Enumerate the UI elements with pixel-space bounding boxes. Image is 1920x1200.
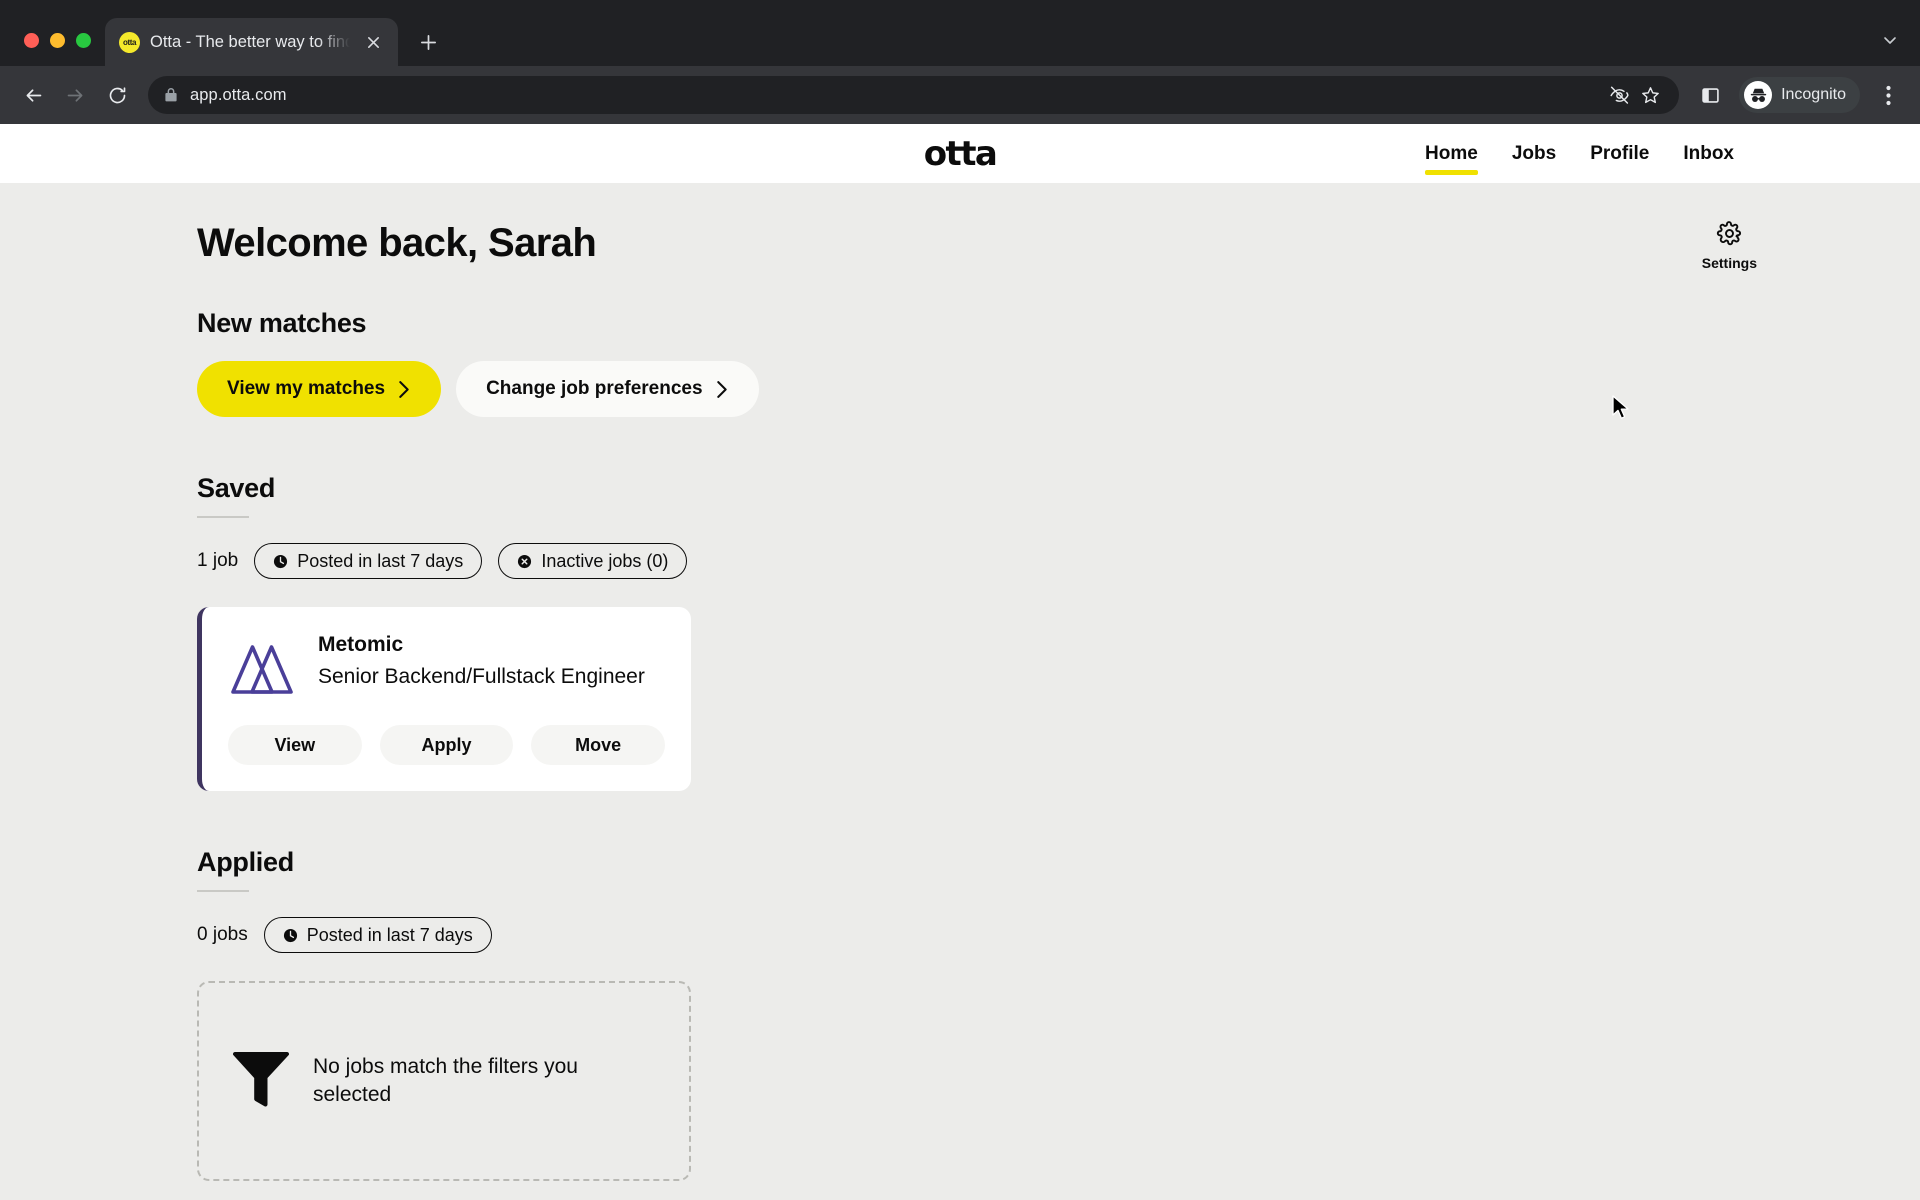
tab-favicon-icon: otta [119,32,140,53]
close-window-button[interactable] [24,33,39,48]
filter-chip-label: Posted in last 7 days [297,551,463,572]
view-my-matches-label: View my matches [227,378,385,400]
section-title-new-matches: New matches [197,308,1920,339]
chevron-down-icon[interactable] [1880,30,1900,50]
job-company-name: Metomic [318,633,665,657]
reload-icon[interactable] [98,76,136,114]
omnibox-actions [1609,85,1663,106]
filter-chip-posted-last-7-days[interactable]: Posted in last 7 days [264,917,492,953]
page-body: Welcome back, Sarah New matches View my … [0,183,1920,1200]
site-header: otta Home Jobs Profile Inbox [0,124,1920,183]
section-divider [197,516,249,518]
change-job-preferences-label: Change job preferences [486,378,702,400]
job-card-text: Metomic Senior Backend/Fullstack Enginee… [318,631,665,691]
forward-arrow-icon[interactable] [56,76,94,114]
metomic-logo-icon [228,635,296,703]
x-circle-icon [517,554,532,569]
change-job-preferences-button[interactable]: Change job preferences [456,361,758,417]
page-content: Settings Welcome back, Sarah New matches… [0,183,1920,1200]
tab-strip: otta Otta - The better way to find a [0,0,1920,66]
browser-toolbar: app.otta.com [0,66,1920,124]
nav-item-home[interactable]: Home [1425,124,1478,183]
lock-icon [164,87,178,103]
move-job-button[interactable]: Move [531,725,665,765]
nav-item-profile[interactable]: Profile [1590,124,1649,183]
page-viewport: otta Home Jobs Profile Inbox Settings [0,124,1920,1200]
settings-button[interactable]: Settings [1702,220,1757,271]
view-job-button[interactable]: View [228,725,362,765]
mouse-cursor-icon [1612,395,1632,426]
minimize-window-button[interactable] [50,33,65,48]
chevron-right-icon [716,380,729,399]
chevron-right-icon [398,380,411,399]
new-tab-button[interactable] [410,24,446,60]
eye-slash-icon[interactable] [1609,85,1630,106]
section-title-applied: Applied [197,847,1920,878]
tab-title: Otta - The better way to find a [150,33,350,52]
funnel-icon [233,1048,289,1115]
window-controls [14,33,105,66]
job-card-actions: View Apply Move [228,725,665,765]
nav-item-inbox[interactable]: Inbox [1683,124,1734,183]
job-role-title: Senior Backend/Fullstack Engineer [318,663,665,691]
url-text: app.otta.com [190,86,287,105]
profile-chip[interactable]: Incognito [1739,77,1860,113]
clock-icon [283,928,298,943]
tab-strip-right [1880,30,1906,66]
filter-chip-posted-last-7-days[interactable]: Posted in last 7 days [254,543,482,579]
filter-chip-label: Inactive jobs (0) [541,551,668,572]
applied-count-label: 0 jobs [197,924,248,946]
browser-tab[interactable]: otta Otta - The better way to find a [105,18,398,66]
view-my-matches-button[interactable]: View my matches [197,361,441,417]
nav-item-jobs[interactable]: Jobs [1512,124,1556,183]
new-matches-actions: View my matches Change job preferences [197,361,1920,417]
applied-empty-state: No jobs match the filters you selected [197,981,691,1181]
saved-filter-row: 1 job Posted in last 7 days [197,543,1920,579]
kebab-menu-icon[interactable] [1870,77,1906,113]
close-tab-icon[interactable] [360,29,386,55]
section-title-saved: Saved [197,473,1920,504]
browser-window: otta Otta - The better way to find a [0,0,1920,1200]
back-arrow-icon[interactable] [14,76,52,114]
address-bar[interactable]: app.otta.com [148,76,1679,114]
filter-chip-label: Posted in last 7 days [307,925,473,946]
settings-label: Settings [1702,255,1757,271]
empty-state-message: No jobs match the filters you selected [313,1053,613,1110]
apply-job-button[interactable]: Apply [380,725,514,765]
maximize-window-button[interactable] [76,33,91,48]
main-nav: Home Jobs Profile Inbox [1425,124,1734,183]
job-card-header: Metomic Senior Backend/Fullstack Enginee… [228,631,665,703]
star-icon[interactable] [1640,85,1661,106]
saved-count-label: 1 job [197,550,238,572]
clock-icon [273,554,288,569]
side-panel-icon[interactable] [1691,76,1729,114]
incognito-icon [1744,81,1772,109]
saved-job-card[interactable]: Metomic Senior Backend/Fullstack Enginee… [197,607,691,791]
otta-logo[interactable]: otta [924,134,996,174]
applied-filter-row: 0 jobs Posted in last 7 days [197,917,1920,953]
section-divider [197,890,249,892]
gear-icon [1716,220,1743,252]
page-title: Welcome back, Sarah [197,220,1920,266]
profile-label: Incognito [1781,86,1846,104]
filter-chip-inactive-jobs[interactable]: Inactive jobs (0) [498,543,687,579]
